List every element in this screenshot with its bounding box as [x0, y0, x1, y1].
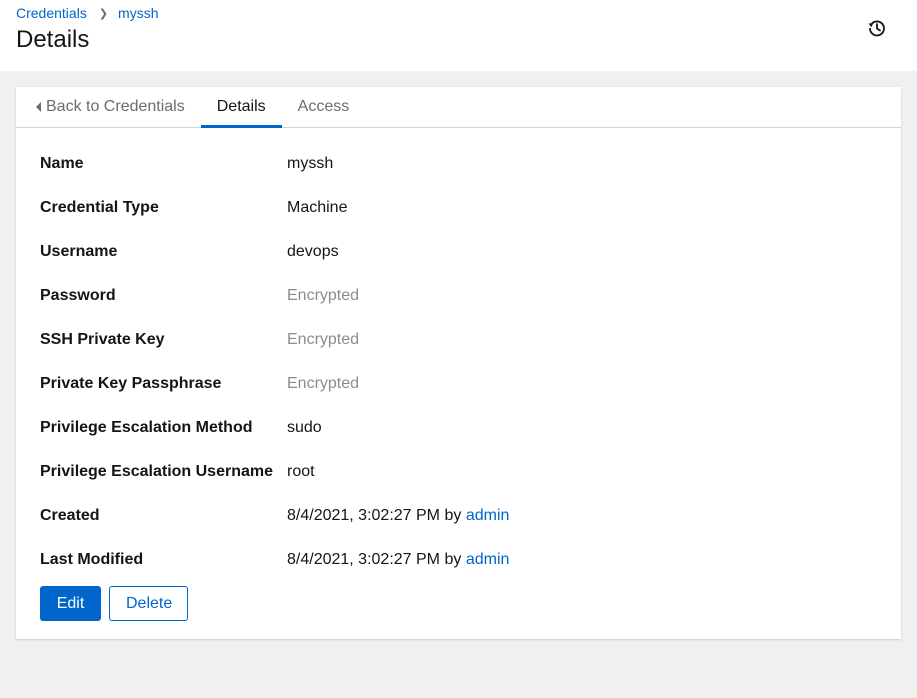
detail-label: Privilege Escalation Method [40, 419, 253, 436]
detail-value: Encrypted [287, 375, 360, 392]
page-title: Details [16, 26, 90, 53]
breadcrumb: Credentials ❯ myssh [16, 5, 159, 21]
created-date: 8/4/2021, 3:02:27 PM [287, 507, 440, 524]
detail-row-created: Created 8/4/2021, 3:02:27 PM by admin [40, 505, 880, 549]
detail-label: Privilege Escalation Username [40, 463, 273, 480]
detail-value: myssh [287, 155, 334, 172]
detail-label: SSH Private Key [40, 331, 165, 348]
detail-value: root [287, 463, 315, 480]
detail-value: 8/4/2021, 3:02:27 PM by admin [287, 505, 509, 527]
details-card: Back to Credentials Details Access Name … [16, 87, 901, 639]
detail-label: Credential Type [40, 199, 159, 216]
detail-label: Last Modified [40, 551, 144, 568]
detail-row-credential-type: Credential Type Machine [40, 197, 880, 241]
page-header: Credentials ❯ myssh Details [0, 0, 917, 71]
detail-label: Password [40, 287, 116, 304]
tab-back-to-credentials[interactable]: Back to Credentials [32, 87, 201, 127]
detail-value: devops [287, 243, 339, 260]
action-buttons: Edit Delete [40, 586, 188, 621]
modified-by-text: by [444, 551, 462, 568]
modified-by-user-link[interactable]: admin [466, 551, 510, 568]
detail-value: Encrypted [287, 331, 360, 348]
breadcrumb-current-link[interactable]: myssh [118, 5, 158, 21]
detail-list: Name myssh Credential Type Machine Usern… [40, 153, 880, 593]
history-icon [868, 20, 885, 37]
edit-button[interactable]: Edit [40, 586, 101, 621]
tab-access[interactable]: Access [282, 87, 366, 127]
detail-row-privilege-escalation-method: Privilege Escalation Method sudo [40, 417, 880, 461]
detail-label: Username [40, 243, 118, 260]
tab-back-label: Back to Credentials [46, 98, 185, 115]
delete-button[interactable]: Delete [109, 586, 188, 621]
breadcrumb-credentials-link[interactable]: Credentials [16, 5, 87, 21]
tab-details[interactable]: Details [200, 87, 282, 128]
detail-value: 8/4/2021, 3:02:27 PM by admin [287, 549, 509, 571]
created-by-user-link[interactable]: admin [466, 507, 510, 524]
tab-access-label: Access [297, 98, 350, 115]
detail-row-private-key-passphrase: Private Key Passphrase Encrypted [40, 373, 880, 417]
detail-row-name: Name myssh [40, 153, 880, 197]
detail-row-password: Password Encrypted [40, 285, 880, 329]
caret-left-icon [36, 102, 41, 112]
detail-row-privilege-escalation-username: Privilege Escalation Username root [40, 461, 880, 505]
tab-bar: Back to Credentials Details Access [16, 87, 901, 128]
detail-label: Name [40, 155, 84, 172]
detail-label: Private Key Passphrase [40, 375, 222, 392]
modified-date: 8/4/2021, 3:02:27 PM [287, 551, 440, 568]
detail-value: Machine [287, 199, 348, 216]
created-by-text: by [444, 507, 462, 524]
history-button[interactable] [867, 18, 887, 38]
chevron-right-icon: ❯ [98, 7, 109, 20]
detail-row-ssh-private-key: SSH Private Key Encrypted [40, 329, 880, 373]
detail-value: Encrypted [287, 287, 360, 304]
tab-details-label: Details [216, 98, 266, 115]
detail-row-username: Username devops [40, 241, 880, 285]
detail-label: Created [40, 507, 100, 524]
detail-value: sudo [287, 419, 322, 436]
